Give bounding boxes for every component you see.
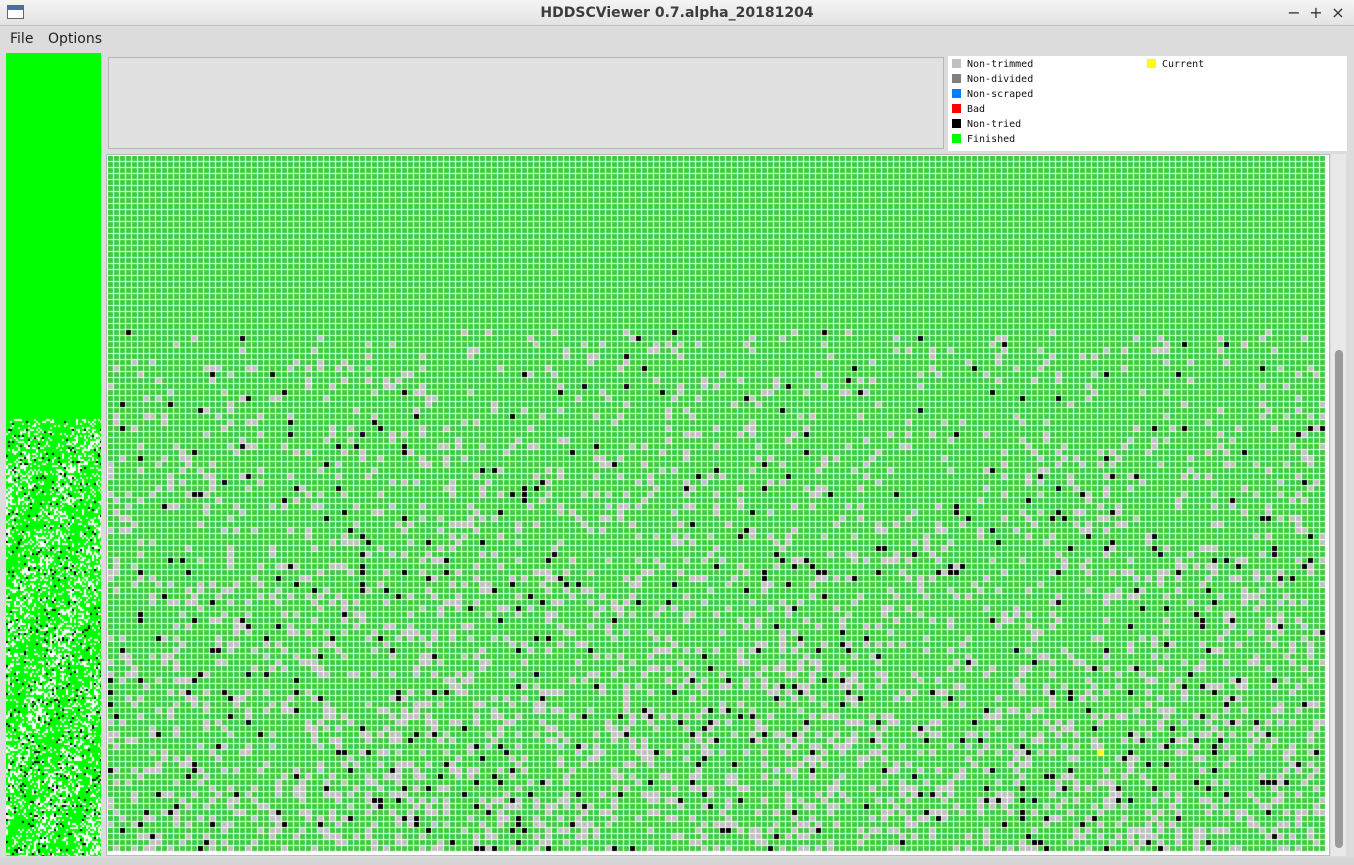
legend-item-current: Current	[1147, 59, 1204, 71]
maximize-icon[interactable]: +	[1306, 3, 1326, 23]
legend-item: Non-divided	[952, 74, 1033, 86]
block-map-canvas[interactable]	[108, 156, 1329, 855]
swatch-non-scraped	[952, 89, 961, 98]
title-bar: HDDSCViewer 0.7.alpha_20181204 − + ×	[0, 0, 1354, 26]
legend-item: Non-tried	[952, 119, 1021, 131]
swatch-non-trimmed	[952, 59, 961, 68]
window-title: HDDSCViewer 0.7.alpha_20181204	[540, 5, 814, 21]
legend: Non-trimmed Non-divided Non-scraped Bad …	[948, 56, 1347, 151]
info-panel	[108, 57, 944, 149]
minimize-icon[interactable]: −	[1284, 3, 1304, 23]
status-bar	[0, 858, 1354, 865]
menu-bar: File Options	[0, 26, 1354, 52]
swatch-current	[1147, 59, 1156, 68]
menu-options[interactable]: Options	[48, 31, 102, 47]
disk-overview-map[interactable]	[6, 53, 101, 856]
swatch-non-divided	[952, 74, 961, 83]
legend-item: Non-scraped	[952, 89, 1033, 101]
block-map[interactable]	[106, 154, 1330, 856]
legend-item: Finished	[952, 134, 1015, 146]
overview-canvas[interactable]	[6, 53, 101, 856]
vertical-scrollbar[interactable]	[1331, 154, 1346, 856]
menu-file[interactable]: File	[10, 31, 33, 47]
swatch-bad	[952, 104, 961, 113]
legend-item: Non-trimmed	[952, 59, 1033, 71]
close-icon[interactable]: ×	[1328, 3, 1348, 23]
legend-item: Bad	[952, 104, 985, 116]
scrollbar-thumb[interactable]	[1335, 350, 1343, 848]
swatch-finished	[952, 134, 961, 143]
swatch-non-tried	[952, 119, 961, 128]
